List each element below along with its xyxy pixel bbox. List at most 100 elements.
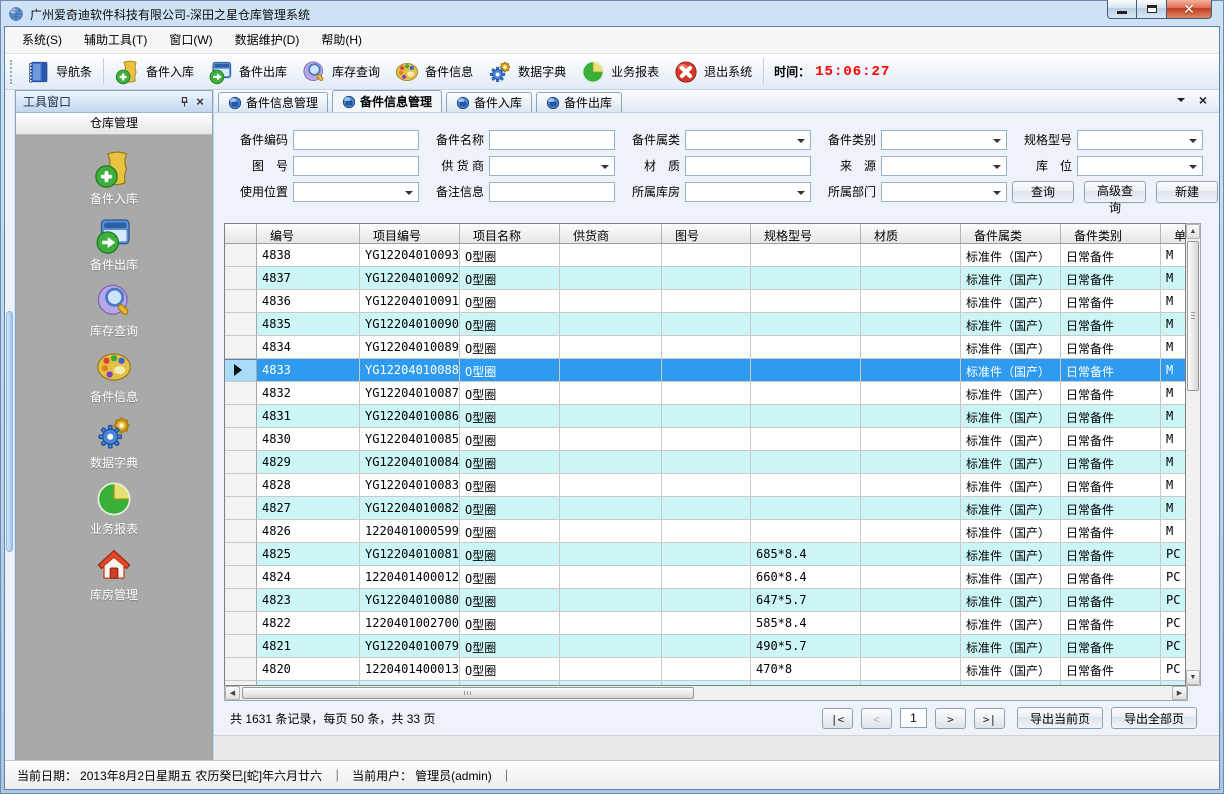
table-row[interactable]: 4825YG12204010081O型圈685*8.4标准件（国产）日常备件PC [225, 543, 1185, 566]
export-all-pages-button[interactable]: 导出全部页 [1111, 707, 1197, 729]
row-selector-cell[interactable] [225, 658, 257, 681]
hscroll-thumb[interactable] [242, 687, 694, 699]
tab-part-out[interactable]: 备件出库 [536, 92, 622, 112]
menu-item-aux-tools[interactable]: 辅助工具(T) [73, 27, 158, 53]
vertical-scrollbar[interactable]: ▲ ▼ [1186, 223, 1201, 686]
sidebar-item-stock-query[interactable]: 库存查询 [90, 281, 138, 347]
table-row[interactable]: 4827YG12204010082O型圈标准件（国产）日常备件M [225, 497, 1185, 520]
scroll-up-icon[interactable]: ▲ [1186, 224, 1200, 239]
scroll-right-icon[interactable]: ▶ [1172, 686, 1187, 700]
splitter-thumb[interactable] [6, 311, 13, 552]
sidebar-section-warehouse[interactable]: 仓库管理 [16, 113, 212, 135]
search-input-remark[interactable] [489, 182, 615, 202]
column-header-supplier[interactable]: 供货商 [560, 224, 662, 243]
toolbar-button-data-dict[interactable]: 数据字典 [480, 56, 573, 88]
toolbar-button-business-report[interactable]: 业务报表 [573, 56, 666, 88]
page-number-input[interactable] [900, 708, 927, 728]
prev-page-button[interactable]: < [861, 708, 892, 729]
sidebar-item-part-info[interactable]: 备件信息 [90, 347, 138, 413]
table-row[interactable]: O型圈标准件（国产）日常备件 [225, 681, 1185, 685]
last-page-button[interactable]: >| [974, 708, 1005, 729]
row-selector-cell[interactable] [225, 405, 257, 428]
query-button[interactable]: 查询 [1012, 181, 1074, 203]
tab-part-info-manage-1[interactable]: 备件信息管理 [218, 92, 328, 112]
tab-close-icon[interactable]: × [1199, 95, 1207, 105]
advanced-query-button[interactable]: 高级查询 [1084, 181, 1146, 203]
sidebar-item-part-out[interactable]: 备件出库 [90, 215, 138, 281]
search-select-part-attr-class[interactable] [685, 130, 811, 150]
table-row[interactable]: 4833YG12204010088O型圈标准件（国产）日常备件M [225, 359, 1185, 382]
row-selector-cell[interactable] [225, 589, 257, 612]
row-selector-cell[interactable] [225, 267, 257, 290]
table-row[interactable]: 48221220401002700O型圈585*8.4标准件（国产）日常备件PC [225, 612, 1185, 635]
export-current-page-button[interactable]: 导出当前页 [1017, 707, 1103, 729]
search-select-warehouse[interactable] [685, 182, 811, 202]
row-selector-cell[interactable] [225, 566, 257, 589]
scroll-left-icon[interactable]: ◀ [225, 686, 240, 700]
sidebar-close-icon[interactable]: × [192, 94, 208, 109]
column-header-drawing_no[interactable]: 图号 [662, 224, 751, 243]
row-selector-cell[interactable] [225, 313, 257, 336]
table-row[interactable]: 4828YG12204010083O型圈标准件（国产）日常备件M [225, 474, 1185, 497]
toolbar-button-part-out[interactable]: 备件出库 [201, 56, 294, 88]
new-button[interactable]: 新建 [1156, 181, 1218, 203]
search-select-department[interactable] [881, 182, 1007, 202]
row-selector-cell[interactable] [225, 474, 257, 497]
row-selector-cell[interactable] [225, 290, 257, 313]
scroll-down-icon[interactable]: ▼ [1186, 670, 1200, 685]
search-input-part-code[interactable] [293, 130, 419, 150]
vscroll-thumb[interactable] [1187, 241, 1199, 391]
search-select-spec-model[interactable] [1077, 130, 1203, 150]
sidebar-item-business-report[interactable]: 业务报表 [90, 479, 138, 545]
table-row[interactable]: 4837YG12204010092O型圈标准件（国产）日常备件M [225, 267, 1185, 290]
sidebar-item-data-dict[interactable]: 数据字典 [90, 413, 138, 479]
search-select-part-category[interactable] [881, 130, 1007, 150]
row-selector-cell[interactable] [225, 635, 257, 658]
toolbar-button-stock-query[interactable]: 库存查询 [294, 56, 387, 88]
column-header-name[interactable]: 项目名称 [460, 224, 560, 243]
column-header-material[interactable]: 材质 [861, 224, 961, 243]
table-row[interactable]: 48241220401400012O型圈660*8.4标准件（国产）日常备件PC [225, 566, 1185, 589]
tab-part-info-manage-2[interactable]: 备件信息管理 [332, 90, 442, 112]
search-select-location[interactable] [1077, 156, 1203, 176]
sidebar-item-part-in[interactable]: 备件入库 [90, 149, 138, 215]
sidebar-item-warehouse-manage[interactable]: 库房管理 [90, 545, 138, 611]
table-row[interactable]: 4832YG12204010087O型圈标准件（国产）日常备件M [225, 382, 1185, 405]
maximize-button[interactable] [1137, 0, 1166, 19]
column-header-type[interactable]: 备件类别 [1061, 224, 1161, 243]
pin-icon[interactable] [176, 95, 192, 109]
table-row[interactable]: 4823YG12204010080O型圈647*5.7标准件（国产）日常备件PC [225, 589, 1185, 612]
table-row[interactable]: 4821YG12204010079O型圈490*5.7标准件（国产）日常备件PC [225, 635, 1185, 658]
toolbar-grip[interactable] [10, 60, 13, 84]
table-row[interactable]: 4838YG12204010093O型圈标准件（国产）日常备件M [225, 244, 1185, 267]
table-row[interactable]: 4836YG12204010091O型圈标准件（国产）日常备件M [225, 290, 1185, 313]
row-selector-cell[interactable] [225, 382, 257, 405]
row-selector-cell[interactable] [225, 336, 257, 359]
table-row[interactable]: 48261220401000599O型圈标准件（国产）日常备件M [225, 520, 1185, 543]
tab-part-in[interactable]: 备件入库 [446, 92, 532, 112]
row-selector-cell[interactable] [225, 359, 257, 382]
toolbar-button-part-info[interactable]: 备件信息 [387, 56, 480, 88]
search-select-source[interactable] [881, 156, 1007, 176]
column-header-project_no[interactable]: 项目编号 [360, 224, 460, 243]
menu-item-window[interactable]: 窗口(W) [158, 27, 223, 53]
row-selector-cell[interactable] [225, 543, 257, 566]
next-page-button[interactable]: > [935, 708, 966, 729]
search-input-material[interactable] [685, 156, 811, 176]
menu-item-system[interactable]: 系统(S) [11, 27, 73, 53]
table-row[interactable]: 4834YG12204010089O型圈标准件（国产）日常备件M [225, 336, 1185, 359]
sidebar-splitter[interactable] [5, 90, 15, 760]
row-selector-cell[interactable] [225, 612, 257, 635]
search-input-part-name[interactable] [489, 130, 615, 150]
row-selector-cell[interactable] [225, 451, 257, 474]
close-button[interactable]: ✕ [1166, 0, 1212, 19]
column-header-id[interactable]: 编号 [257, 224, 360, 243]
search-select-supplier[interactable] [489, 156, 615, 176]
menu-item-help[interactable]: 帮助(H) [310, 27, 373, 53]
search-input-drawing-no[interactable] [293, 156, 419, 176]
row-selector-cell[interactable] [225, 428, 257, 451]
table-row[interactable]: 4830YG12204010085O型圈标准件（国产）日常备件M [225, 428, 1185, 451]
minimize-button[interactable] [1107, 0, 1137, 19]
row-selector-cell[interactable] [225, 681, 257, 685]
column-header-category[interactable]: 备件属类 [961, 224, 1061, 243]
